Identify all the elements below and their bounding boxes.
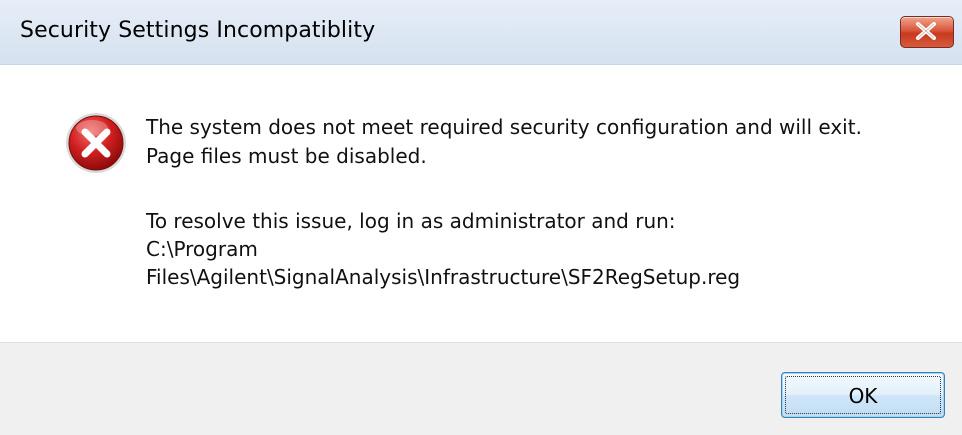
close-icon — [916, 22, 936, 40]
message-area: The system does not meet required securi… — [0, 65, 962, 342]
close-button[interactable] — [900, 16, 954, 48]
dialog-title: Security Settings Incompatiblity — [20, 18, 376, 43]
button-bar: OK — [0, 342, 962, 435]
title-bar[interactable]: Security Settings Incompatiblity — [0, 0, 962, 65]
ok-button[interactable]: OK — [781, 372, 945, 418]
message-line-1: The system does not meet required securi… — [146, 115, 862, 139]
message-line-4: C:\Program — [146, 237, 258, 261]
message-line-3: To resolve this issue, log in as adminis… — [146, 209, 676, 233]
error-icon — [66, 113, 126, 173]
message-line-5: Files\Agilent\SignalAnalysis\Infrastruct… — [146, 265, 741, 289]
message-line-2: Page files must be disabled. — [146, 144, 427, 168]
security-settings-dialog: Security Settings Incompatiblity The sys… — [0, 0, 962, 435]
